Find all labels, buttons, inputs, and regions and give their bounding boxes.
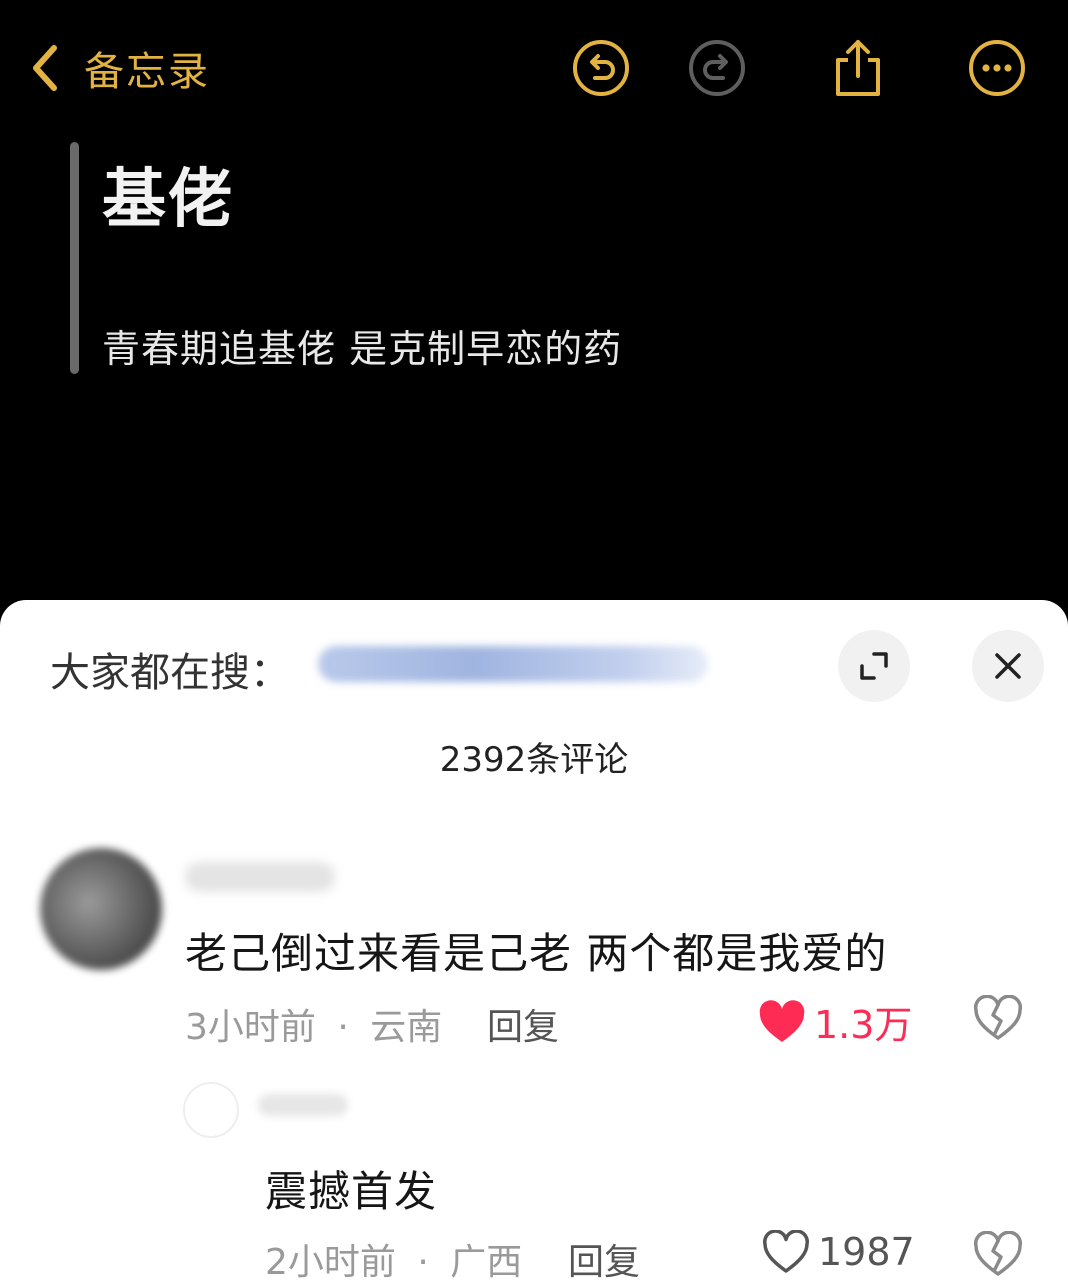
comment-text[interactable]: 老己倒过来看是己老 两个都是我爱的	[185, 920, 887, 981]
comment-count: 2392条评论	[439, 740, 629, 780]
reply-button[interactable]: 回复	[568, 1233, 640, 1285]
reply-comment-time: 2小时前	[265, 1242, 396, 1283]
redo-button[interactable]	[687, 38, 747, 98]
like-count: 1987	[818, 1230, 915, 1274]
heart-outline-icon	[763, 1230, 809, 1273]
undo-button[interactable]	[571, 38, 631, 98]
meta-separator: ·	[337, 1007, 349, 1048]
reply-avatar[interactable]	[183, 1082, 239, 1138]
share-button[interactable]	[828, 38, 888, 98]
expand-icon	[860, 652, 888, 680]
note-title[interactable]: 基佬	[102, 148, 234, 240]
undo-icon	[573, 40, 629, 96]
back-button[interactable]: 备忘录	[28, 40, 210, 96]
chevron-left-icon	[33, 45, 57, 91]
like-button[interactable]: 1987	[762, 1230, 915, 1274]
comment-time: 3小时前	[185, 1007, 316, 1048]
redo-icon	[689, 40, 745, 96]
dislike-button[interactable]	[973, 1230, 1023, 1277]
more-button[interactable]	[967, 38, 1027, 98]
reply-comment-text[interactable]: 震撼首发	[265, 1158, 437, 1219]
comment-location: 云南	[370, 1007, 443, 1048]
trending-search-label: 大家都在搜：	[50, 650, 290, 696]
reply-author-name[interactable]	[258, 1094, 348, 1116]
reply-comment-meta: 2小时前 · 广西	[265, 1233, 522, 1285]
comment-author-name[interactable]	[185, 862, 335, 892]
close-button[interactable]	[972, 630, 1044, 702]
close-icon	[995, 653, 1021, 679]
avatar[interactable]	[40, 848, 162, 970]
dislike-button[interactable]	[973, 994, 1023, 1041]
reply-button[interactable]: 回复	[487, 998, 559, 1050]
comment-meta: 3小时前 · 云南	[185, 998, 442, 1050]
heart-filled-icon	[759, 999, 805, 1042]
more-icon	[969, 40, 1025, 96]
expand-button[interactable]	[838, 630, 910, 702]
meta-separator: ·	[417, 1242, 429, 1283]
broken-heart-icon	[973, 994, 1023, 1040]
note-body[interactable]: 青春期追基佬 是克制早恋的药	[102, 318, 622, 373]
notes-screen: 备忘录 基佬 青春期追基佬 是克制早恋的药	[0, 0, 1068, 640]
like-button[interactable]: 1.3万	[758, 994, 912, 1049]
trending-search-link[interactable]	[318, 646, 708, 682]
share-icon	[836, 40, 880, 96]
back-label: 备忘录	[84, 49, 210, 95]
reply-comment-location: 广西	[450, 1242, 523, 1283]
like-count: 1.3万	[814, 1003, 913, 1047]
broken-heart-icon	[973, 1230, 1023, 1276]
quote-bar	[70, 142, 79, 374]
